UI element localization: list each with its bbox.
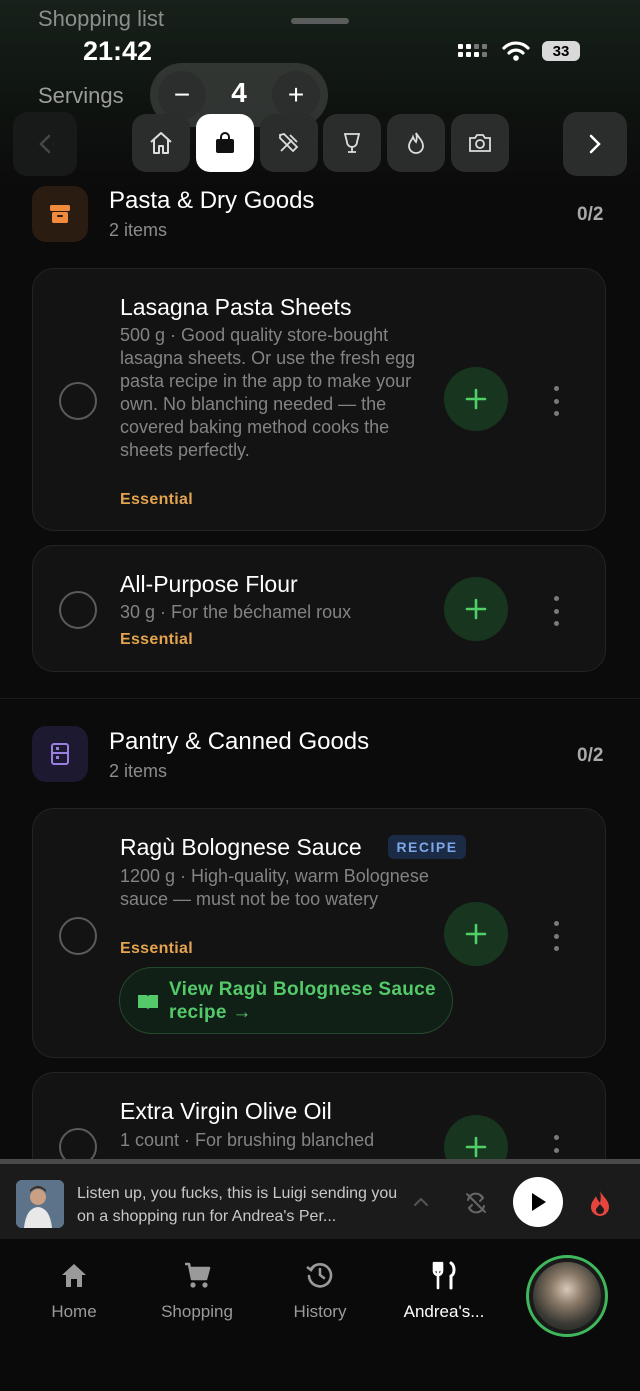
- archive-box-icon: [50, 205, 70, 223]
- pantry-cabinet-icon: [51, 743, 69, 765]
- cocktail-glass-icon: [343, 133, 361, 153]
- increment-servings-button[interactable]: +: [272, 71, 320, 119]
- section-item-count: 2 items: [109, 220, 168, 240]
- item-name: Extra Virgin Olive Oil: [120, 1098, 332, 1124]
- plus-icon: [465, 1136, 487, 1158]
- view-recipe-label: View Ragù Bolognese Sauce recipe →: [169, 979, 436, 1023]
- tab-recipe[interactable]: Andrea's...: [384, 1260, 504, 1322]
- tab-shopping[interactable]: Shopping: [137, 1260, 257, 1322]
- add-item-button[interactable]: [444, 367, 508, 431]
- item-checkbox[interactable]: [59, 591, 97, 629]
- cart-icon: [185, 1262, 211, 1288]
- section-title: Pantry & Canned Goods: [109, 728, 370, 755]
- chef-avatar-image: [16, 1180, 64, 1228]
- item-checkbox[interactable]: [59, 917, 97, 955]
- category-shopping-button[interactable]: [196, 114, 254, 172]
- wifi-icon: [502, 41, 530, 61]
- item-description: 500 g · Good quality store-bought lasagn…: [120, 325, 416, 460]
- plus-icon: [465, 598, 487, 620]
- chevron-right-icon: [589, 134, 601, 154]
- shopping-bag-icon: [216, 132, 234, 153]
- decrement-servings-button[interactable]: −: [158, 71, 206, 119]
- assistant-avatar: [533, 1262, 601, 1330]
- battery-indicator: 33: [542, 41, 580, 61]
- camera-icon: [469, 134, 491, 152]
- assistant-avatar-button[interactable]: [526, 1255, 608, 1337]
- tab-history[interactable]: History: [260, 1260, 380, 1322]
- tab-history-label: History: [293, 1302, 347, 1321]
- section-title: Pasta & Dry Goods: [109, 187, 315, 214]
- list-item[interactable]: All-Purpose Flour 30 g · For the béchame…: [32, 545, 606, 672]
- history-icon: [306, 1263, 333, 1288]
- plus-icon: [465, 388, 487, 410]
- fork-knife-icon: [432, 1261, 456, 1290]
- add-item-button[interactable]: [444, 902, 508, 966]
- home-icon: [150, 132, 172, 154]
- play-button[interactable]: [513, 1177, 563, 1227]
- player-now-playing-text: Listen up, you fucks, this is Luigi send…: [77, 1185, 398, 1225]
- status-icons: 33: [456, 40, 580, 62]
- open-book-icon: [138, 995, 158, 1010]
- tab-home[interactable]: Home: [14, 1260, 134, 1322]
- tab-recipe-label: Andrea's...: [403, 1302, 485, 1321]
- status-clock: 21:42: [83, 36, 153, 66]
- item-name: Ragù Bolognese Sauce: [120, 834, 362, 860]
- servings-label: Servings: [38, 83, 124, 108]
- add-item-button[interactable]: [444, 577, 508, 641]
- tab-shopping-label: Shopping: [161, 1302, 233, 1321]
- item-name: All-Purpose Flour: [120, 571, 298, 597]
- item-more-button[interactable]: [545, 386, 567, 416]
- recipe-badge: RECIPE: [388, 835, 466, 859]
- section-icon-pantry: [32, 726, 88, 782]
- flame-icon: [408, 132, 424, 154]
- essential-tag: Essential: [120, 631, 193, 648]
- player-progress-track: [0, 1159, 640, 1164]
- sheet-grabber[interactable]: [291, 18, 349, 24]
- item-description: 30 g · For the béchamel roux: [120, 602, 352, 622]
- plus-icon: [465, 923, 487, 945]
- repeat-off-icon[interactable]: [463, 1190, 489, 1216]
- item-more-button[interactable]: [545, 921, 567, 951]
- tab-home-label: Home: [51, 1302, 97, 1321]
- essential-tag: Essential: [120, 491, 193, 508]
- category-camera-button[interactable]: [451, 114, 509, 172]
- category-next-button[interactable]: [563, 112, 627, 176]
- item-checkbox[interactable]: [59, 382, 97, 420]
- player-artwork: [16, 1180, 64, 1228]
- section-progress: 0/2: [577, 204, 604, 225]
- list-item[interactable]: Lasagna Pasta Sheets 500 g · Good qualit…: [32, 268, 606, 531]
- item-description: 1 count · For brushing blanched: [120, 1130, 375, 1150]
- category-home-button[interactable]: [132, 114, 190, 172]
- category-cooking-button[interactable]: [387, 114, 445, 172]
- tools-icon: [279, 133, 299, 153]
- home-icon: [62, 1264, 86, 1287]
- section-divider: [0, 698, 640, 699]
- category-prev-button[interactable]: [13, 112, 77, 176]
- category-drinks-button[interactable]: [323, 114, 381, 172]
- servings-value: 4: [231, 77, 247, 108]
- chevron-left-icon: [39, 134, 51, 154]
- play-icon: [532, 1193, 546, 1211]
- section-icon-pasta: [32, 186, 88, 242]
- section-item-count: 2 items: [109, 761, 168, 781]
- cellular-signal-icon: [458, 44, 487, 57]
- view-recipe-button[interactable]: View Ragù Bolognese Sauce recipe →: [119, 967, 453, 1034]
- category-tools-button[interactable]: [260, 114, 318, 172]
- flame-icon[interactable]: [588, 1189, 612, 1217]
- screen-title: Shopping list: [38, 6, 164, 31]
- item-name: Lasagna Pasta Sheets: [120, 294, 352, 320]
- item-more-button[interactable]: [545, 596, 567, 626]
- essential-tag: Essential: [120, 940, 193, 957]
- item-description: 1200 g · High-quality, warm Bolognese sa…: [120, 866, 429, 909]
- section-progress: 0/2: [577, 745, 604, 766]
- chevron-up-icon[interactable]: [413, 1196, 429, 1208]
